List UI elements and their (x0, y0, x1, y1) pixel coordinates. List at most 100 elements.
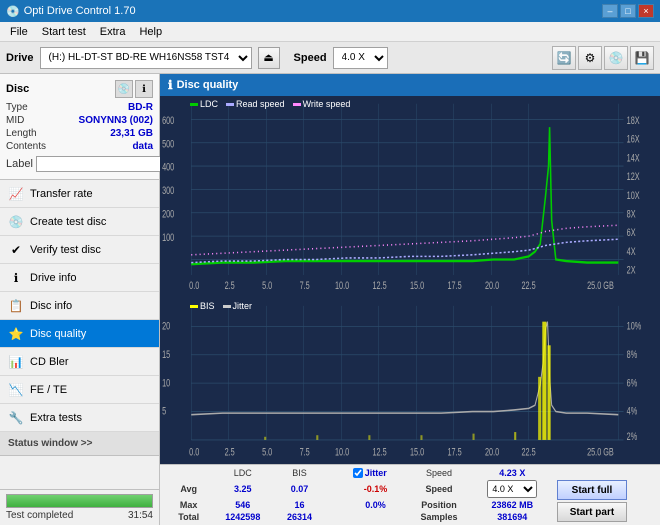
disc-label-row: Label ✎ (6, 155, 153, 173)
menu-help[interactable]: Help (133, 24, 168, 40)
main-area: Disc 💿 ℹ Type BD-R MID SONYNN3 (002) Len… (0, 74, 660, 525)
minimize-button[interactable]: – (602, 4, 618, 18)
sidebar-item-disc-quality[interactable]: ⭐ Disc quality (0, 320, 159, 348)
disc-icon[interactable]: 💿 (604, 46, 628, 70)
svg-text:20.0: 20.0 (485, 280, 499, 292)
titlebar-controls: – □ × (602, 4, 654, 18)
svg-text:0.0: 0.0 (189, 447, 199, 459)
speed-select[interactable]: 4.0 X (333, 47, 388, 69)
svg-text:5.0: 5.0 (262, 280, 272, 292)
maximize-button[interactable]: □ (620, 4, 636, 18)
svg-text:200: 200 (162, 208, 174, 220)
svg-text:2.5: 2.5 (225, 280, 235, 292)
sidebar-item-extra-tests[interactable]: 🔧 Extra tests (0, 404, 159, 432)
disc-info-nav-icon: 📋 (8, 298, 24, 314)
svg-text:12.5: 12.5 (373, 280, 387, 292)
disc-small-icon: 💿 (115, 80, 133, 98)
svg-text:6%: 6% (627, 377, 638, 389)
svg-text:4%: 4% (627, 406, 638, 418)
bottom-chart-legend: BIS Jitter (190, 301, 252, 311)
app-icon: 💿 (6, 5, 20, 18)
svg-text:100: 100 (162, 231, 174, 243)
svg-text:300: 300 (162, 185, 174, 197)
svg-text:10X: 10X (627, 189, 640, 201)
eject-button[interactable]: ⏏ (258, 47, 280, 69)
dq-header-title: Disc quality (177, 79, 239, 91)
stats-row: LDC BIS Jitter Speed (166, 467, 654, 523)
content-area: ℹ Disc quality LDC Read speed Write spee… (160, 74, 660, 525)
svg-text:20: 20 (162, 321, 170, 333)
svg-text:16X: 16X (627, 133, 640, 145)
svg-text:20.0: 20.0 (485, 447, 499, 459)
disc-quality-header: ℹ Disc quality (160, 74, 660, 96)
app-title: Opti Drive Control 1.70 (24, 5, 136, 17)
svg-text:15: 15 (162, 349, 170, 361)
speed-unit-select[interactable]: 4.0 X (487, 480, 537, 498)
bottom-chart: BIS Jitter (160, 298, 660, 464)
start-part-button[interactable]: Start part (557, 502, 627, 522)
close-button[interactable]: × (638, 4, 654, 18)
disc-contents-row: Contents data (6, 141, 153, 152)
fe-te-icon: 📉 (8, 382, 24, 398)
speed-label: Speed (294, 52, 327, 64)
progress-area: Test completed 31:54 (0, 489, 159, 525)
status-window[interactable]: Status window >> (0, 432, 159, 456)
svg-text:2.5: 2.5 (225, 447, 235, 459)
disc-info-icon[interactable]: ℹ (135, 80, 153, 98)
menu-start-test[interactable]: Start test (36, 24, 92, 40)
stats-bar: LDC BIS Jitter Speed (160, 464, 660, 525)
status-text: Test completed 31:54 (6, 510, 153, 521)
transfer-rate-icon: 📈 (8, 186, 24, 202)
top-chart-svg: 600 500 400 300 200 100 18X 16X 14X 12X … (160, 96, 660, 298)
svg-text:12X: 12X (627, 171, 640, 183)
ldc-legend-dot (190, 103, 198, 106)
disc-label-input[interactable] (36, 156, 174, 172)
svg-text:8%: 8% (627, 349, 638, 361)
svg-text:600: 600 (162, 115, 174, 127)
save-icon[interactable]: 💾 (630, 46, 654, 70)
svg-text:10.0: 10.0 (335, 280, 349, 292)
svg-text:2%: 2% (627, 431, 638, 443)
drive-select[interactable]: (H:) HL-DT-ST BD-RE WH16NS58 TST4 (40, 47, 252, 69)
svg-text:10: 10 (162, 377, 170, 389)
bis-legend: BIS (190, 301, 215, 311)
disc-length-row: Length 23,31 GB (6, 128, 153, 139)
menu-file[interactable]: File (4, 24, 34, 40)
svg-text:18X: 18X (627, 115, 640, 127)
svg-text:4X: 4X (627, 245, 636, 257)
start-full-button[interactable]: Start full (557, 480, 627, 500)
sidebar-item-create-test-disc[interactable]: 💿 Create test disc (0, 208, 159, 236)
svg-text:5: 5 (162, 406, 166, 418)
svg-text:10.0: 10.0 (335, 447, 349, 459)
titlebar-title: 💿 Opti Drive Control 1.70 (6, 5, 136, 18)
progress-bar-outer (6, 494, 153, 508)
verify-test-disc-icon: ✔ (8, 242, 24, 258)
jitter-checkbox[interactable] (353, 468, 363, 478)
sidebar-item-fe-te[interactable]: 📉 FE / TE (0, 376, 159, 404)
sidebar-item-transfer-rate[interactable]: 📈 Transfer rate (0, 180, 159, 208)
svg-text:400: 400 (162, 161, 174, 173)
sidebar-item-drive-info[interactable]: ℹ Drive info (0, 264, 159, 292)
sidebar-item-cd-bler[interactable]: 📊 CD Bler (0, 348, 159, 376)
svg-text:7.5: 7.5 (300, 280, 310, 292)
disc-header: Disc 💿 ℹ (6, 80, 153, 98)
drive-info-icon: ℹ (8, 270, 24, 286)
svg-text:8X: 8X (627, 208, 636, 220)
drivebar: Drive (H:) HL-DT-ST BD-RE WH16NS58 TST4 … (0, 42, 660, 74)
menu-extra[interactable]: Extra (94, 24, 132, 40)
stats-table: LDC BIS Jitter Speed (166, 467, 654, 523)
sidebar-item-verify-test-disc[interactable]: ✔ Verify test disc (0, 236, 159, 264)
svg-text:17.5: 17.5 (448, 280, 462, 292)
sidebar-item-disc-info[interactable]: 📋 Disc info (0, 292, 159, 320)
dq-header-icon: ℹ (168, 78, 173, 92)
disc-type-row: Type BD-R (6, 102, 153, 113)
disc-title: Disc (6, 83, 29, 95)
settings-icon[interactable]: ⚙ (578, 46, 602, 70)
extra-tests-icon: 🔧 (8, 410, 24, 426)
svg-text:25.0 GB: 25.0 GB (587, 280, 614, 292)
svg-text:6X: 6X (627, 227, 636, 239)
refresh-icon[interactable]: 🔄 (552, 46, 576, 70)
disc-panel: Disc 💿 ℹ Type BD-R MID SONYNN3 (002) Len… (0, 74, 159, 180)
svg-text:10%: 10% (627, 321, 642, 333)
drive-label: Drive (6, 52, 34, 64)
